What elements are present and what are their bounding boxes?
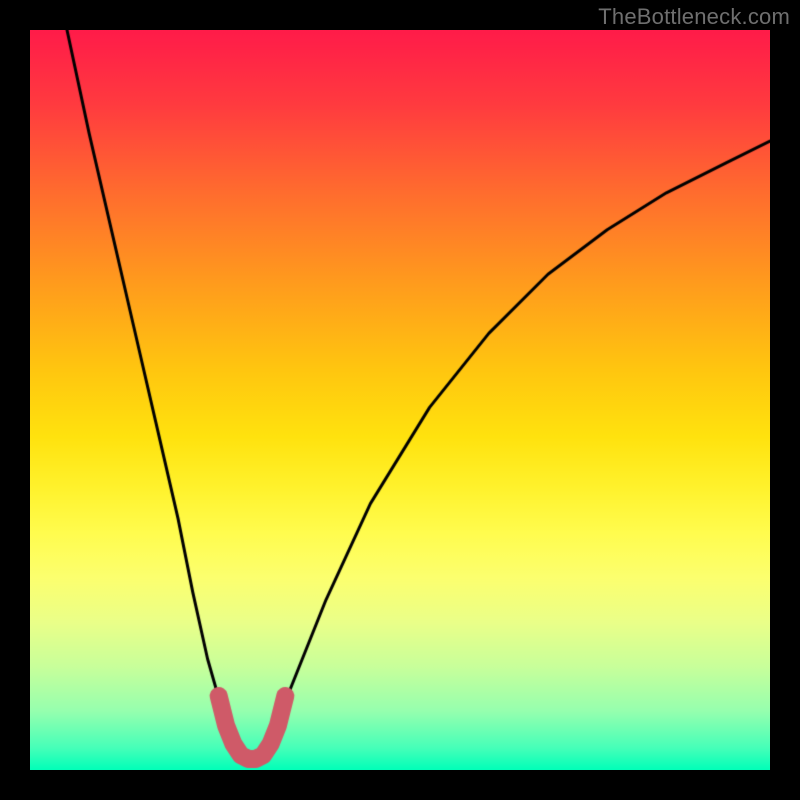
plot-area	[30, 30, 770, 770]
watermark-text: TheBottleneck.com	[598, 4, 790, 30]
bottleneck-curve	[30, 30, 770, 770]
chart-frame: TheBottleneck.com	[0, 0, 800, 800]
